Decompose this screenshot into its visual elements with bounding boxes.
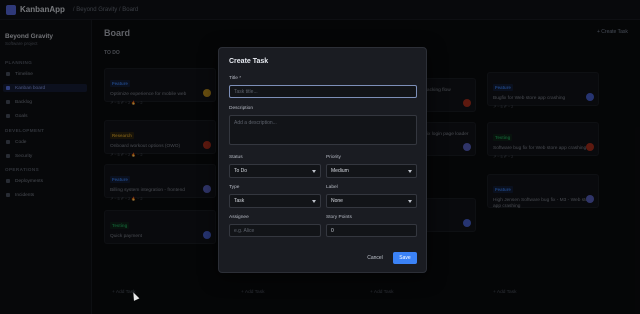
status-select[interactable]: To Do [229,164,321,178]
priority-label: Priority [326,155,341,160]
chevron-down-icon [408,199,412,203]
type-label: Type [229,185,240,190]
type-value: Task [234,198,245,204]
title-label: Title * [229,76,242,81]
chevron-down-icon [408,169,412,173]
cancel-button[interactable]: Cancel [362,252,388,264]
task-title-input[interactable] [229,85,417,98]
priority-select[interactable]: Medium [326,164,417,178]
type-select[interactable]: Task [229,194,321,208]
label-value: None [331,198,343,204]
priority-value: Medium [331,168,349,174]
chevron-down-icon [312,199,316,203]
description-textarea[interactable] [229,115,417,145]
dialog-title: Create Task [229,58,269,65]
create-task-dialog: Create Task Title * Description Status T… [218,47,427,273]
assignee-label: Assignee [229,215,249,220]
label-field-label: Label [326,185,338,190]
chevron-down-icon [312,169,316,173]
assignee-input[interactable] [229,224,321,237]
save-button[interactable]: Save [393,252,417,264]
story-points-input[interactable] [326,224,417,237]
description-label: Description [229,106,253,111]
status-label: Status [229,155,243,160]
status-value: To Do [234,168,248,174]
story-points-label: Story Points [326,215,352,220]
label-select[interactable]: None [326,194,417,208]
